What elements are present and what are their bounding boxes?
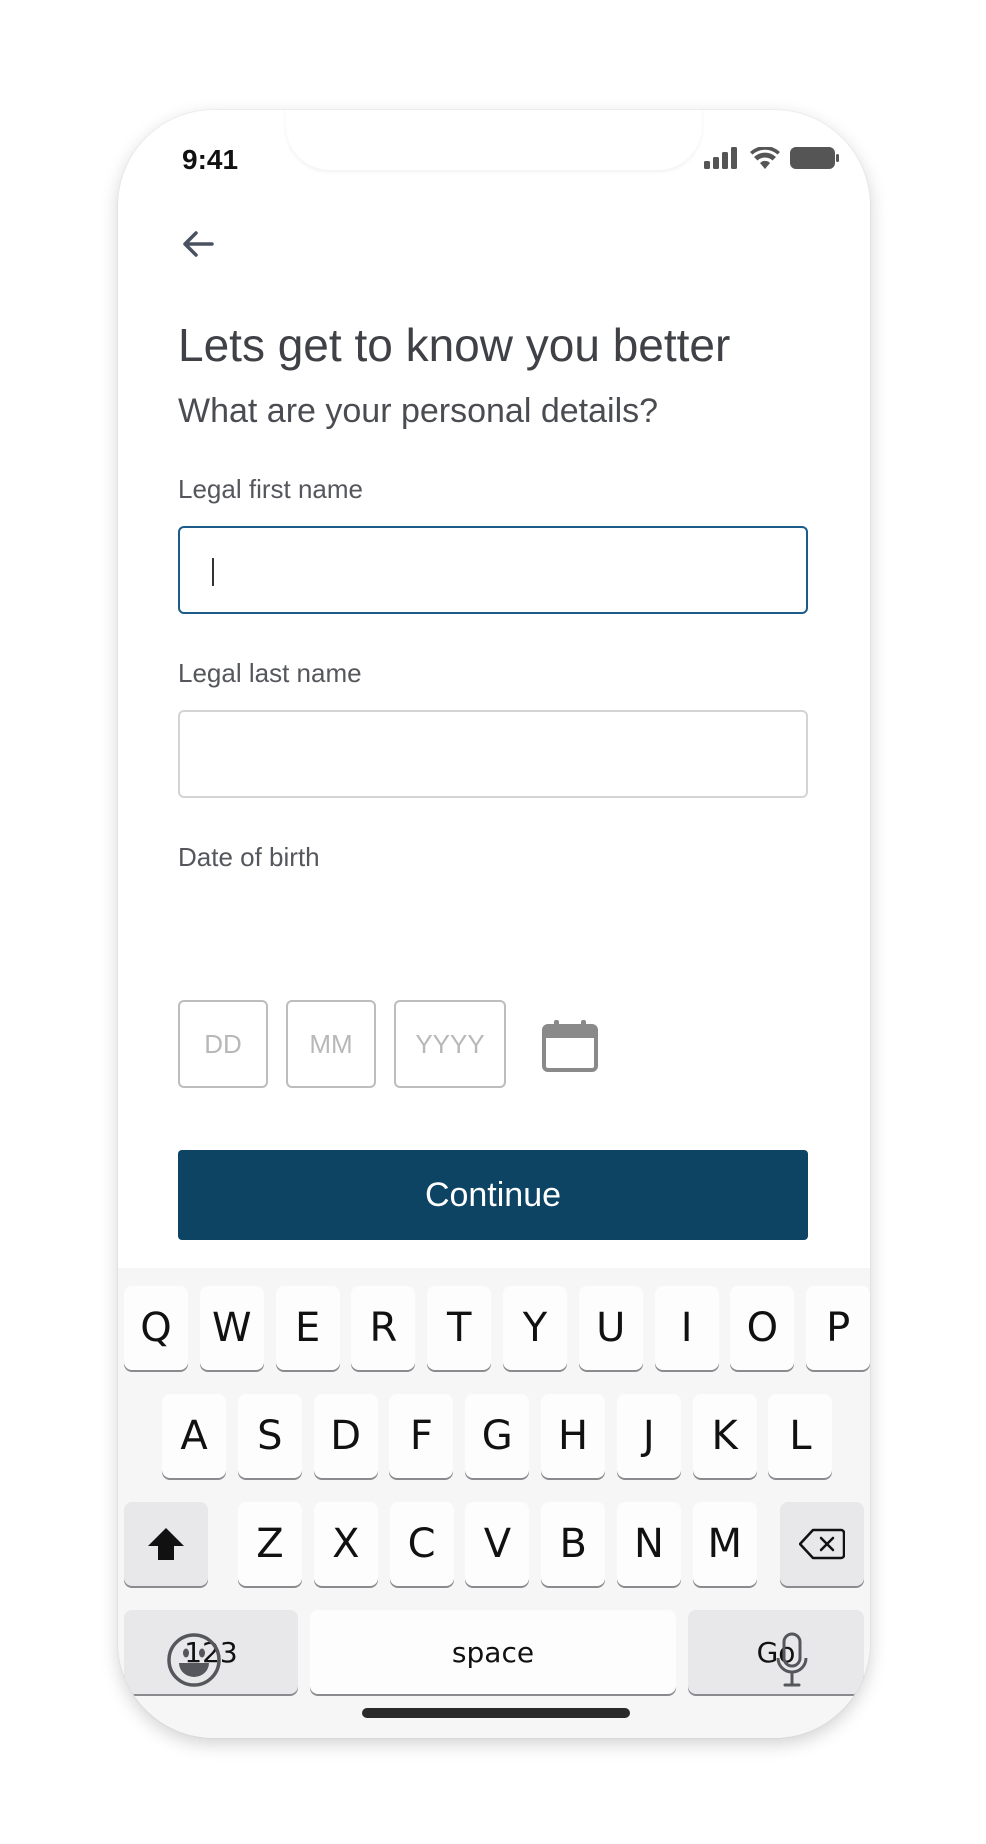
key-y[interactable]: Y <box>503 1286 567 1370</box>
dob-month-input[interactable]: MM <box>286 1000 376 1088</box>
key-j[interactable]: J <box>616 1394 681 1478</box>
onscreen-keyboard: QWERTYUIOP ASDFGHJKL ZXCVBNM 123 space G… <box>118 1268 870 1738</box>
phone-screen: 9:41 Lets get to know you better What ar… <box>118 110 870 1738</box>
key-p[interactable]: P <box>806 1286 870 1370</box>
key-s[interactable]: S <box>237 1394 302 1478</box>
last-name-label: Legal last name <box>178 658 362 688</box>
key-v[interactable]: V <box>465 1502 530 1586</box>
key-m[interactable]: M <box>692 1502 757 1586</box>
first-name-label: Legal first name <box>178 474 363 504</box>
key-d[interactable]: D <box>313 1394 378 1478</box>
backspace-key[interactable] <box>780 1502 864 1586</box>
status-icons <box>704 146 840 170</box>
key-g[interactable]: G <box>465 1394 530 1478</box>
shift-icon <box>148 1528 184 1560</box>
key-c[interactable]: C <box>389 1502 454 1586</box>
key-z[interactable]: Z <box>238 1502 302 1586</box>
microphone-icon[interactable] <box>776 1632 808 1688</box>
key-o[interactable]: O <box>730 1286 795 1370</box>
first-name-input[interactable] <box>178 526 808 614</box>
key-t[interactable]: T <box>427 1286 492 1370</box>
key-h[interactable]: H <box>541 1394 605 1478</box>
last-name-input[interactable] <box>178 710 808 798</box>
text-caret <box>212 558 214 586</box>
continue-button[interactable]: Continue <box>178 1150 808 1240</box>
wifi-icon <box>750 147 780 169</box>
dob-label: Date of birth <box>178 842 320 872</box>
space-key[interactable]: space <box>310 1610 676 1694</box>
key-k[interactable]: K <box>692 1394 757 1478</box>
key-l[interactable]: L <box>768 1394 833 1478</box>
status-time: 9:41 <box>182 144 239 175</box>
key-x[interactable]: X <box>313 1502 378 1586</box>
key-i[interactable]: I <box>654 1286 719 1370</box>
key-n[interactable]: N <box>617 1502 681 1586</box>
home-indicator <box>362 1708 630 1718</box>
signal-icon <box>704 147 737 169</box>
dob-day-input[interactable]: DD <box>178 1000 268 1088</box>
key-w[interactable]: W <box>199 1286 264 1370</box>
key-u[interactable]: U <box>578 1286 643 1370</box>
notch <box>286 110 702 170</box>
key-a[interactable]: A <box>162 1394 226 1478</box>
key-b[interactable]: B <box>541 1502 606 1586</box>
key-r[interactable]: R <box>351 1286 416 1370</box>
back-arrow-icon[interactable] <box>176 222 220 266</box>
emoji-icon[interactable] <box>166 1632 222 1688</box>
key-e[interactable]: E <box>275 1286 340 1370</box>
key-f[interactable]: F <box>389 1394 454 1478</box>
page-subtitle: What are your personal details? <box>178 392 659 430</box>
dob-year-input[interactable]: YYYY <box>394 1000 506 1088</box>
page-title: Lets get to know you better <box>178 319 731 371</box>
backspace-icon <box>799 1528 845 1560</box>
key-q[interactable]: Q <box>124 1286 188 1370</box>
battery-icon <box>790 147 839 169</box>
shift-key[interactable] <box>124 1502 208 1586</box>
calendar-icon[interactable] <box>542 1020 598 1072</box>
